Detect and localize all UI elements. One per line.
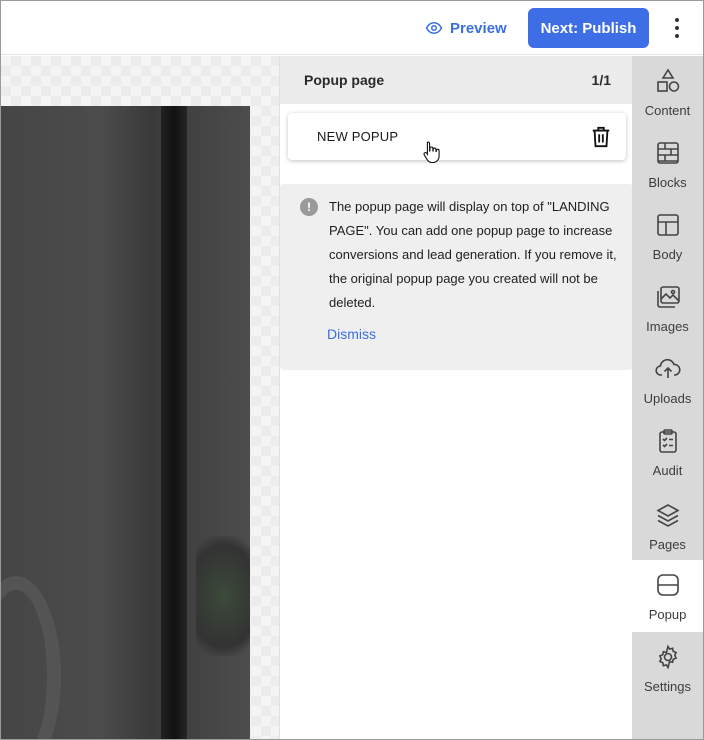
sidebar-item-pages[interactable]: Pages bbox=[632, 488, 703, 560]
trash-icon[interactable] bbox=[590, 125, 612, 149]
notice-text: The popup page will display on top of "L… bbox=[329, 199, 617, 310]
popup-page-card[interactable]: NEW POPUP bbox=[288, 113, 626, 160]
sidebar-item-uploads[interactable]: Uploads bbox=[632, 344, 703, 416]
sidebar-label-images: Images bbox=[646, 319, 689, 334]
sidebar-label-uploads: Uploads bbox=[643, 391, 692, 406]
editor-canvas[interactable] bbox=[1, 56, 279, 739]
info-notice: ! The popup page will display on top of … bbox=[280, 184, 633, 370]
sidebar-item-body[interactable]: Body bbox=[632, 200, 703, 272]
images-icon bbox=[656, 286, 680, 308]
layout-icon bbox=[656, 214, 679, 236]
panel-title: Popup page bbox=[304, 72, 385, 88]
top-bar: Preview Next: Publish bbox=[1, 1, 703, 55]
info-icon: ! bbox=[300, 198, 318, 216]
sidebar-label-blocks: Blocks bbox=[648, 175, 687, 190]
preview-label: Preview bbox=[450, 19, 507, 37]
popup-icon bbox=[656, 574, 679, 596]
sidebar-label-pages: Pages bbox=[649, 537, 686, 552]
cloud-upload-icon bbox=[654, 358, 681, 378]
page-count: 1/1 bbox=[591, 72, 611, 88]
layers-icon bbox=[655, 504, 680, 527]
sidebar-item-popup[interactable]: Popup bbox=[632, 560, 703, 632]
app-window: Preview Next: Publish Popup page 1/1 NEW… bbox=[0, 0, 704, 740]
preview-button[interactable]: Preview bbox=[425, 15, 507, 41]
sidebar-item-settings[interactable]: Settings bbox=[632, 632, 703, 704]
dismiss-link[interactable]: Dismiss bbox=[327, 326, 376, 342]
sidebar-label-body: Body bbox=[652, 247, 683, 262]
popup-panel: Popup page 1/1 NEW POPUP ! The popup pag… bbox=[279, 56, 633, 739]
popup-page-name: NEW POPUP bbox=[317, 129, 399, 144]
shapes-icon bbox=[656, 68, 679, 92]
eye-icon bbox=[425, 21, 443, 35]
canvas-background-image bbox=[1, 106, 250, 739]
panel-header: Popup page 1/1 bbox=[280, 56, 633, 104]
next-publish-button[interactable]: Next: Publish bbox=[528, 8, 649, 48]
sidebar-item-blocks[interactable]: Blocks bbox=[632, 128, 703, 200]
sidebar-label-content: Content bbox=[644, 103, 691, 118]
sidebar-item-images[interactable]: Images bbox=[632, 272, 703, 344]
sidebar-item-content[interactable]: Content bbox=[632, 56, 703, 128]
tool-sidebar: Content Blocks Body Images Uploads Audit… bbox=[632, 56, 703, 739]
gear-icon bbox=[658, 644, 677, 670]
sidebar-label-popup: Popup bbox=[648, 607, 687, 622]
sidebar-item-audit[interactable]: Audit bbox=[632, 416, 703, 488]
more-options-icon[interactable] bbox=[665, 13, 689, 43]
sidebar-label-audit: Audit bbox=[652, 463, 683, 478]
clipboard-check-icon bbox=[658, 429, 677, 453]
sidebar-label-settings: Settings bbox=[644, 679, 691, 694]
blocks-icon bbox=[656, 142, 679, 164]
